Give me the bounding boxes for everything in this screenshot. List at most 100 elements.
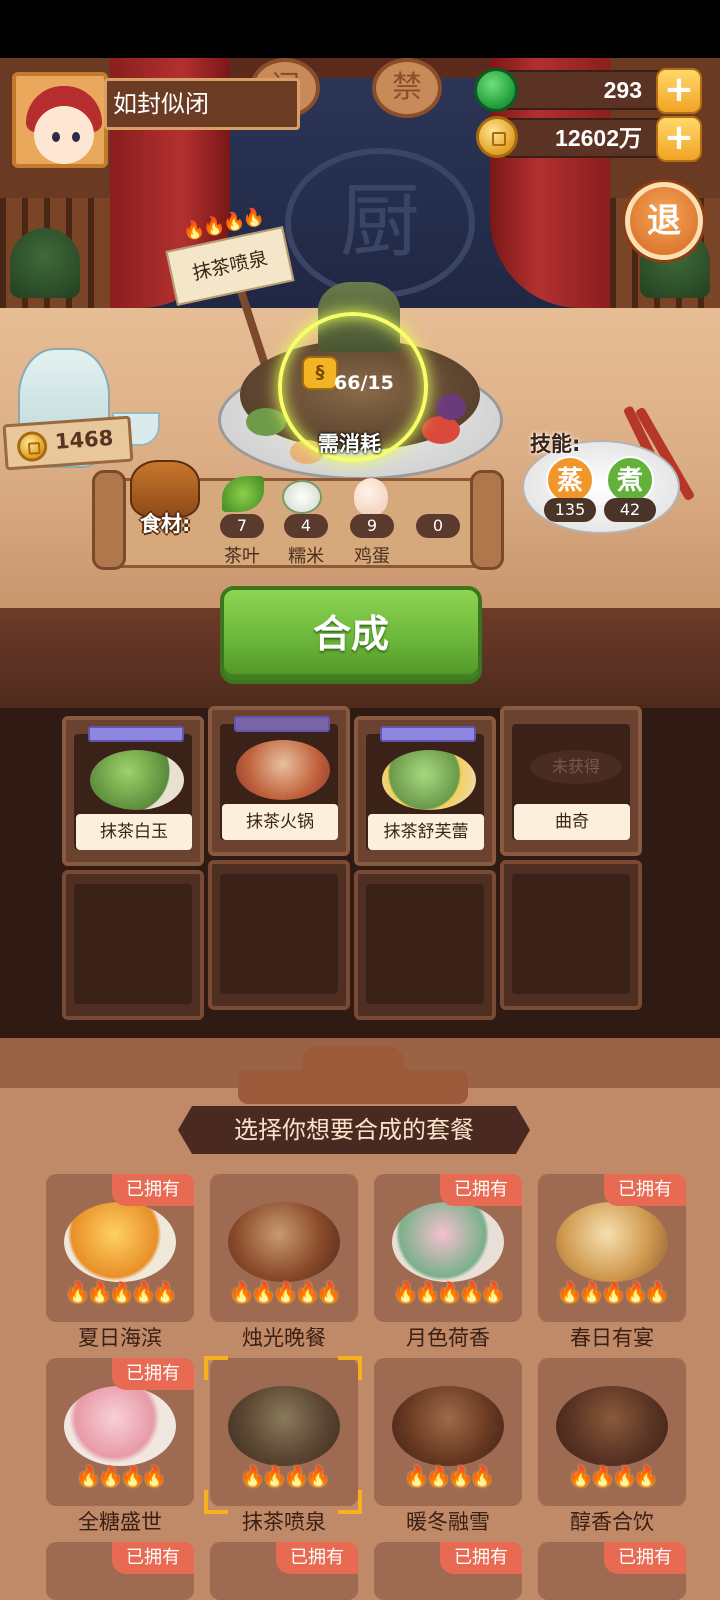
kitchen-emblem: 厨 xyxy=(285,148,475,298)
coin-value: 12602万 xyxy=(555,125,642,151)
set-name: 暖冬融雪 xyxy=(406,1510,490,1534)
owned-badge: 已拥有 xyxy=(604,1174,686,1206)
set-card-partial[interactable]: 已拥有 xyxy=(210,1542,358,1600)
slot-inner xyxy=(512,874,630,994)
ingredient-name-tea: 茶叶 xyxy=(224,546,260,567)
avatar-eye-left xyxy=(52,132,60,142)
flame-rating: 🔥🔥🔥🔥🔥 xyxy=(393,1280,506,1304)
shelf-slot-empty[interactable] xyxy=(354,870,496,1020)
set-card-7[interactable]: 🔥🔥🔥🔥 xyxy=(374,1358,522,1506)
dish-icon-matcha-baiyu xyxy=(90,750,184,810)
set-name: 醇香合饮 xyxy=(570,1510,654,1534)
add-coins-button[interactable]: + xyxy=(656,116,702,162)
owned-badge: 已拥有 xyxy=(604,1542,686,1574)
set-image xyxy=(392,1386,504,1466)
shelf-slot-empty[interactable] xyxy=(500,860,642,1010)
egg-icon xyxy=(354,478,388,516)
strawberry-cake xyxy=(422,416,460,444)
plant-left xyxy=(10,228,80,298)
craft-button[interactable]: 合成 xyxy=(220,586,482,684)
ingredient-name-egg: 鸡蛋 xyxy=(354,546,390,567)
cost-label: 需消耗 xyxy=(318,432,381,456)
cost-value: 66/15 xyxy=(334,372,394,394)
set-name: 烛光晚餐 xyxy=(242,1326,326,1350)
set-card-3[interactable]: 已拥有 🔥🔥🔥🔥🔥 xyxy=(374,1174,522,1322)
player-avatar[interactable] xyxy=(12,72,108,168)
set-card-partial[interactable]: 已拥有 xyxy=(374,1542,522,1600)
shelf-dish-name: 抹茶白玉 xyxy=(76,814,192,850)
exit-button[interactable]: 退 xyxy=(625,182,703,260)
dish-icon-matcha-hotpot xyxy=(236,740,330,800)
owned-badge: 已拥有 xyxy=(440,1542,522,1574)
frame-corner xyxy=(338,1490,362,1514)
shelf-slot-empty[interactable] xyxy=(62,870,204,1020)
rarity-ribbon xyxy=(88,726,184,742)
set-image xyxy=(64,1202,176,1282)
player-name: 如封似闭 xyxy=(104,78,300,130)
frame-corner xyxy=(204,1490,228,1514)
set-card-1[interactable]: 已拥有 🔥🔥🔥🔥🔥 xyxy=(46,1174,194,1322)
ingredient-name-rice: 糯米 xyxy=(288,546,324,567)
set-card-5[interactable]: 已拥有 🔥🔥🔥🔥 xyxy=(46,1358,194,1506)
set-card-partial[interactable]: 已拥有 xyxy=(538,1542,686,1600)
ingredient-count-rice: 4 xyxy=(284,514,328,538)
set-image xyxy=(556,1202,668,1282)
skill-steam[interactable]: 蒸 xyxy=(546,456,594,504)
rarity-ribbon xyxy=(380,726,476,742)
ingredient-count-empty: 0 xyxy=(416,514,460,538)
scroll-end-right xyxy=(470,470,504,570)
set-card-8[interactable]: 🔥🔥🔥🔥 xyxy=(538,1358,686,1506)
status-bar xyxy=(0,0,720,58)
coin-icon xyxy=(476,116,518,158)
set-name: 春日有宴 xyxy=(570,1326,654,1350)
flame-rating: 🔥🔥🔥🔥🔥 xyxy=(65,1280,178,1304)
owned-badge: 已拥有 xyxy=(112,1542,194,1574)
locked-label: 未获得 xyxy=(530,750,622,784)
jade-icon xyxy=(474,68,518,112)
avatar-face xyxy=(34,106,94,164)
shelf-slot-4[interactable]: 未获得 曲奇 xyxy=(500,706,642,856)
avatar-eye-right xyxy=(72,132,80,142)
set-name: 夏日海滨 xyxy=(78,1326,162,1350)
owned-badge: 已拥有 xyxy=(112,1358,194,1390)
flame-rating: 🔥🔥🔥🔥 xyxy=(76,1464,167,1488)
ingredients-label: 食材: xyxy=(140,512,191,536)
skill-steam-count: 135 xyxy=(544,498,596,522)
grapes xyxy=(436,394,466,420)
set-name: 全糖盛世 xyxy=(78,1510,162,1534)
set-name: 月色荷香 xyxy=(406,1326,490,1350)
cost-token-icon: § xyxy=(302,356,338,390)
owned-badge: 已拥有 xyxy=(112,1174,194,1206)
shelf-dish-name: 曲奇 xyxy=(514,804,630,840)
flame-rating: 🔥🔥🔥🔥 xyxy=(568,1464,659,1488)
shelf-dish-name: 抹茶舒芙蕾 xyxy=(368,814,484,850)
set-image xyxy=(228,1202,340,1282)
slot-inner xyxy=(74,884,192,1004)
add-jade-button[interactable]: + xyxy=(656,68,702,114)
shelf-slot-2[interactable]: 抹茶火锅 xyxy=(208,706,350,856)
shelf-dish-name: 抹茶火锅 xyxy=(222,804,338,840)
frame-corner xyxy=(204,1356,228,1380)
rice-icon xyxy=(282,480,322,514)
slot-inner xyxy=(366,884,484,1004)
scroll-end-left xyxy=(92,470,126,570)
flame-rating: 🔥🔥🔥🔥 xyxy=(404,1464,495,1488)
shelf-slot-3[interactable]: 抹茶舒芙蕾 xyxy=(354,716,496,866)
owned-badge: 已拥有 xyxy=(440,1174,522,1206)
flame-rating: 🔥🔥🔥🔥🔥 xyxy=(229,1280,342,1304)
set-card-partial[interactable]: 已拥有 xyxy=(46,1542,194,1600)
set-image xyxy=(392,1202,504,1282)
skill-boil[interactable]: 煮 xyxy=(606,456,654,504)
shelf-slot-empty[interactable] xyxy=(208,860,350,1010)
rarity-ribbon xyxy=(234,716,330,732)
set-card-4[interactable]: 已拥有 🔥🔥🔥🔥🔥 xyxy=(538,1174,686,1322)
skill-label: 技能: xyxy=(530,432,581,456)
set-card-2[interactable]: 🔥🔥🔥🔥🔥 xyxy=(210,1174,358,1322)
set-image xyxy=(556,1386,668,1466)
plaque-right: 禁 xyxy=(372,58,442,118)
coin-icon xyxy=(16,430,49,463)
tip-coin-tag: 1468 xyxy=(2,415,134,471)
shelf-slot-1[interactable]: 抹茶白玉 xyxy=(62,716,204,866)
jade-value: 293 xyxy=(603,77,642,103)
set-image xyxy=(64,1386,176,1466)
